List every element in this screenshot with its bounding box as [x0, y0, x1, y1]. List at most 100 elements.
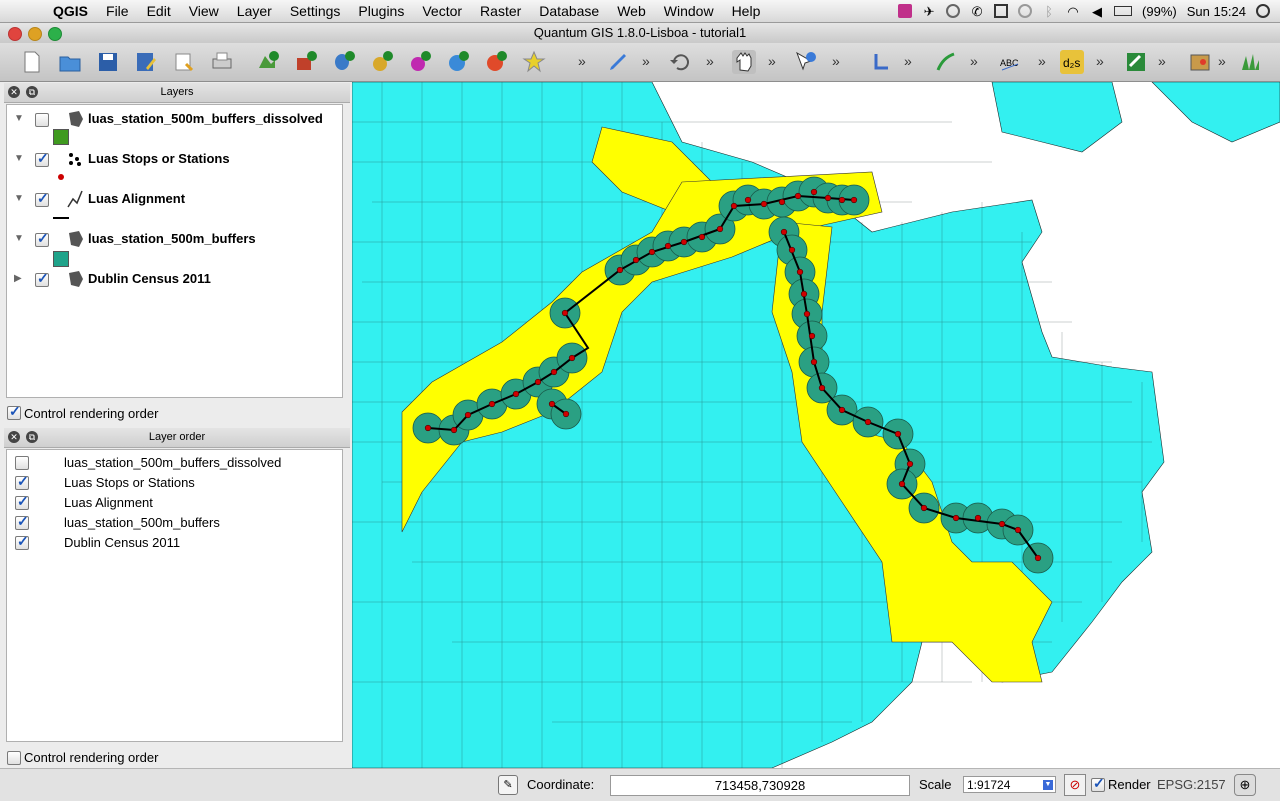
undo-icon[interactable] — [668, 50, 692, 74]
toggle-editing-icon[interactable] — [606, 50, 630, 74]
zoom-window-button[interactable] — [48, 27, 62, 41]
layer-row[interactable]: ▶ Dublin Census 2011 — [7, 269, 337, 289]
layer-visibility-checkbox[interactable] — [35, 270, 49, 287]
order-item[interactable]: Luas Stops or Stations — [64, 475, 195, 490]
menu-help[interactable]: Help — [723, 3, 770, 19]
toolbar-overflow-chevron-icon[interactable]: » — [768, 53, 776, 69]
menu-app-qgis[interactable]: QGIS — [44, 3, 97, 19]
tray-phone-icon[interactable]: ✆ — [970, 4, 984, 19]
layer-visibility-checkbox[interactable] — [35, 230, 49, 247]
add-spatialite-layer-icon[interactable] — [370, 50, 394, 74]
tray-camera-icon[interactable] — [946, 4, 961, 18]
layer-visibility-checkbox[interactable] — [35, 150, 49, 167]
tray-volume-icon[interactable]: ◀ — [1090, 4, 1104, 19]
menu-database[interactable]: Database — [530, 3, 608, 19]
add-vector-layer-icon[interactable] — [256, 50, 280, 74]
expand-triangle-icon[interactable]: ▼ — [14, 153, 24, 164]
layer-visibility-checkbox[interactable] — [35, 190, 49, 207]
close-window-button[interactable] — [8, 27, 22, 41]
scale-combobox[interactable]: 1:91724 ▼ — [963, 776, 1056, 793]
order-visibility-checkbox[interactable] — [15, 513, 29, 530]
toolbar-overflow-chevron-icon[interactable]: » — [1096, 53, 1104, 69]
layer-visibility-checkbox[interactable] — [35, 113, 49, 127]
expand-triangle-icon[interactable]: ▼ — [14, 233, 24, 244]
order-item[interactable]: luas_station_500m_buffers_dissolved — [64, 455, 281, 470]
add-raster-layer-icon[interactable] — [294, 50, 318, 74]
toolbar-overflow-chevron-icon[interactable]: » — [706, 53, 714, 69]
open-project-icon[interactable] — [58, 50, 82, 74]
collapse-triangle-icon[interactable]: ▶ — [14, 273, 22, 284]
map-tips-icon[interactable] — [934, 50, 958, 74]
menu-window[interactable]: Window — [655, 3, 723, 19]
menu-web[interactable]: Web — [608, 3, 655, 19]
georeferencer-icon[interactable] — [1188, 50, 1212, 74]
tray-wifi-icon[interactable]: ◠ — [1066, 4, 1080, 19]
toolbar-overflow-chevron-icon[interactable]: » — [642, 53, 650, 69]
print-icon[interactable] — [210, 50, 234, 74]
order-visibility-checkbox[interactable] — [15, 456, 29, 470]
toolbar-overflow-chevron-icon[interactable]: » — [904, 53, 912, 69]
order-visibility-checkbox[interactable] — [15, 493, 29, 510]
order-visibility-checkbox[interactable] — [15, 533, 29, 550]
minimize-window-button[interactable] — [28, 27, 42, 41]
tray-timemachine-icon[interactable] — [1018, 4, 1033, 18]
add-postgis-layer-icon[interactable] — [332, 50, 356, 74]
float-dock-icon[interactable]: ⧉ — [26, 86, 38, 98]
crs-status[interactable]: EPSG:2157 — [1157, 777, 1226, 792]
tray-satellite-icon[interactable]: ✈ — [922, 4, 936, 19]
map-canvas[interactable] — [352, 82, 1280, 768]
layer-row[interactable]: ▼ luas_station_500m_buffers_dissolved — [7, 109, 337, 129]
tray-display-icon[interactable] — [994, 4, 1009, 18]
menu-settings[interactable]: Settings — [281, 3, 350, 19]
tray-bluetooth-icon[interactable]: ᛒ — [1042, 4, 1056, 19]
add-wms-layer-icon[interactable] — [446, 50, 470, 74]
save-as-icon[interactable] — [134, 50, 158, 74]
close-dock-icon[interactable]: ✕ — [8, 431, 20, 443]
menu-view[interactable]: View — [180, 3, 228, 19]
measure-icon[interactable] — [870, 50, 894, 74]
order-item[interactable]: luas_station_500m_buffers — [64, 515, 220, 530]
layer-row[interactable]: ▼ Luas Alignment — [7, 189, 337, 209]
menu-layer[interactable]: Layer — [228, 3, 281, 19]
toolbar-overflow-chevron-icon[interactable]: » — [1038, 53, 1046, 69]
new-print-composer-icon[interactable] — [172, 50, 196, 74]
messages-icon[interactable]: ⊕ — [1234, 774, 1256, 796]
menu-raster[interactable]: Raster — [471, 3, 530, 19]
menu-file[interactable]: File — [97, 3, 138, 19]
identify-features-icon[interactable] — [794, 50, 818, 74]
toolbar-overflow-chevron-icon[interactable]: » — [1218, 53, 1226, 69]
toolbar-overflow-chevron-icon[interactable]: » — [832, 53, 840, 69]
save-project-icon[interactable] — [96, 50, 120, 74]
spotlight-icon[interactable] — [1256, 4, 1270, 18]
grass-tools-icon[interactable] — [1238, 50, 1262, 74]
toggle-extents-icon[interactable]: ✎ — [498, 775, 518, 795]
menu-edit[interactable]: Edit — [138, 3, 180, 19]
order-item[interactable]: Dublin Census 2011 — [64, 535, 180, 550]
chevron-down-icon[interactable]: ▼ — [1043, 780, 1053, 790]
d2s-plugin-icon[interactable]: d₂s — [1060, 50, 1084, 74]
stop-render-icon[interactable]: ⊘ — [1064, 774, 1086, 796]
add-mssql-layer-icon[interactable] — [408, 50, 432, 74]
tray-battery-icon[interactable] — [1114, 6, 1133, 16]
order-visibility-checkbox[interactable] — [15, 473, 29, 490]
coordinate-field[interactable]: 713458,730928 — [610, 775, 910, 796]
toolbar-overflow-chevron-icon[interactable]: » — [1158, 53, 1166, 69]
expand-triangle-icon[interactable]: ▼ — [14, 193, 24, 204]
toolbar-overflow-chevron-icon[interactable]: » — [578, 53, 586, 69]
render-checkbox[interactable] — [1091, 775, 1105, 792]
layer-row[interactable]: ▼ Luas Stops or Stations — [7, 149, 337, 169]
add-wfs-layer-icon[interactable] — [484, 50, 508, 74]
new-project-icon[interactable] — [20, 50, 44, 74]
new-shapefile-icon[interactable] — [522, 50, 546, 74]
close-dock-icon[interactable]: ✕ — [8, 86, 20, 98]
label-tool-icon[interactable]: ABC — [998, 50, 1022, 74]
pan-map-icon[interactable] — [732, 50, 756, 74]
layer-row[interactable]: ▼ luas_station_500m_buffers — [7, 229, 337, 249]
clock[interactable]: Sun 15:24 — [1187, 4, 1246, 19]
order-control-rendering-order-checkbox[interactable] — [7, 751, 21, 765]
openlayers-plugin-icon[interactable] — [1124, 50, 1148, 74]
menu-plugins[interactable]: Plugins — [349, 3, 413, 19]
tray-app-icon[interactable] — [898, 4, 913, 18]
control-rendering-order-checkbox[interactable] — [7, 403, 21, 420]
menu-vector[interactable]: Vector — [413, 3, 471, 19]
